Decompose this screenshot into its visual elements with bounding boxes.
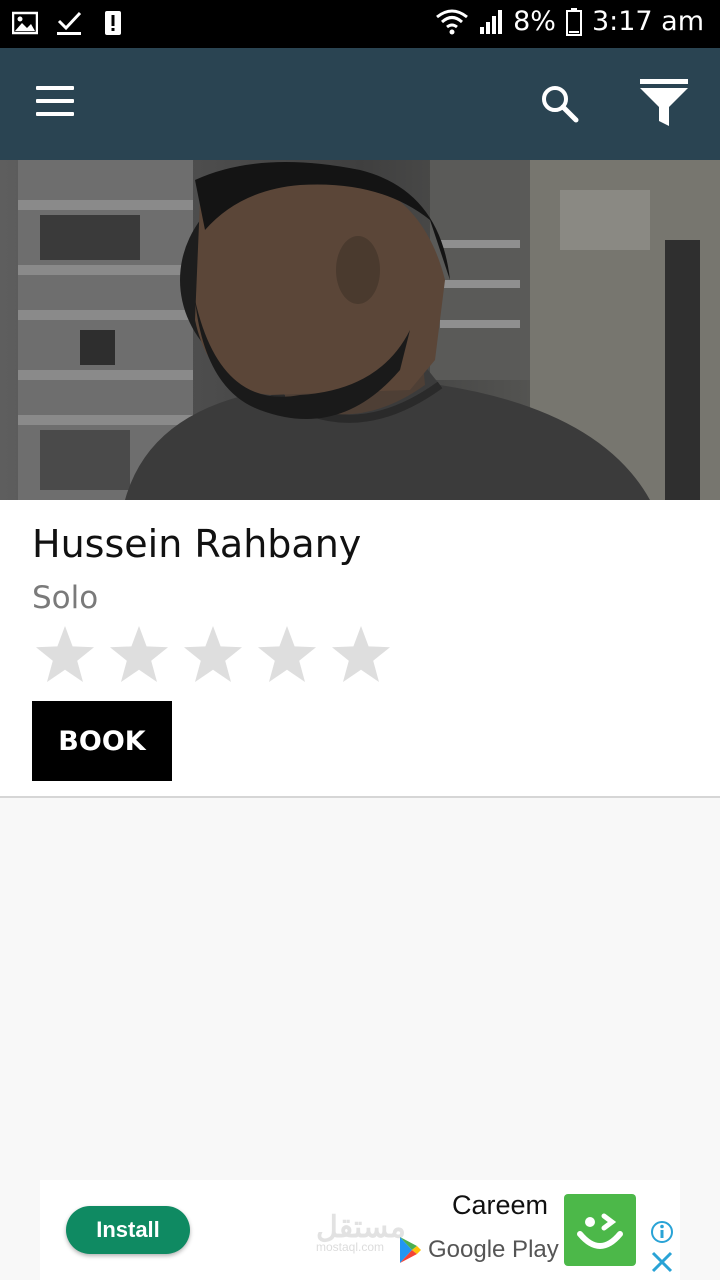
gallery-icon [11,10,39,36]
watermark-url: mostaql.com [316,1240,385,1254]
status-notifications [11,10,126,36]
artist-type: Solo [32,580,99,616]
install-button[interactable]: Install [66,1206,190,1254]
ad-banner[interactable]: Install مستقل mostaql.com Careem Google … [40,1180,680,1280]
wifi-icon [435,7,469,37]
filter-button[interactable] [638,78,690,128]
careem-logo[interactable] [564,1194,636,1266]
star-icon[interactable] [256,624,318,686]
menu-icon [36,86,74,90]
google-play-label: Google Play [428,1236,559,1263]
app-bar [0,48,720,160]
star-icon[interactable] [108,624,170,686]
star-icon[interactable] [182,624,244,686]
artist-photo[interactable] [0,160,720,500]
signal-icon [479,9,503,35]
artist-photo-illustration [0,160,720,500]
status-bar: 8% 3:17 am [0,0,720,48]
search-icon [542,86,579,123]
artist-card[interactable]: Hussein Rahbany Solo BOOK [0,500,720,798]
download-check-icon [56,10,82,36]
star-icon[interactable] [34,624,96,686]
careem-logo-icon [577,1213,623,1249]
google-play-badge[interactable]: Google Play [398,1236,559,1264]
book-button[interactable]: BOOK [32,701,172,781]
menu-button[interactable] [36,86,76,118]
rating-stars[interactable] [34,624,392,686]
status-system: 8% 3:17 am [435,6,704,37]
battery-icon [565,7,582,36]
artist-name: Hussein Rahbany [32,522,362,566]
ad-title: Careem [452,1190,549,1220]
battery-percent: 8% [513,6,556,37]
ad-info-icon[interactable] [650,1220,674,1244]
filter-icon [640,79,688,126]
google-play-icon [400,1237,421,1263]
ad-close-icon[interactable] [650,1250,674,1274]
star-icon[interactable] [330,624,392,686]
search-button[interactable] [540,84,580,124]
alert-icon [100,10,126,36]
clock: 3:17 am [591,6,704,37]
